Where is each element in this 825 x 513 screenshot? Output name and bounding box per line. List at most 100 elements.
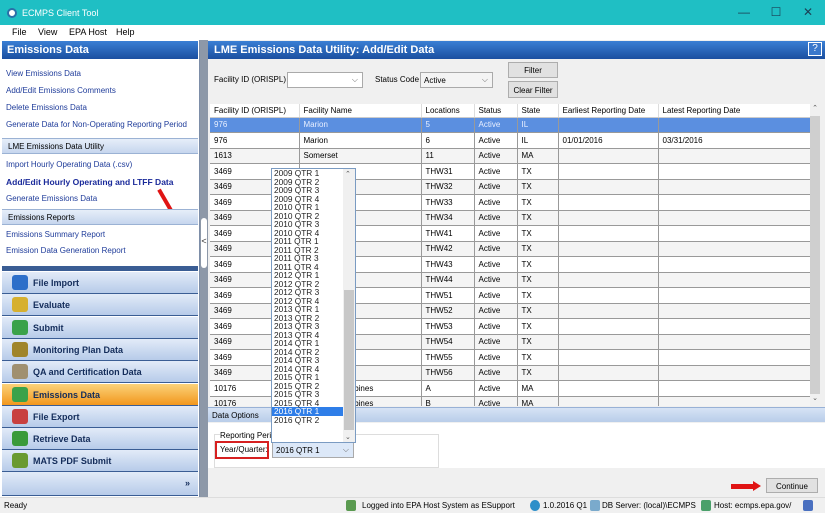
column-header[interactable]: Locations — [421, 104, 475, 118]
column-header[interactable]: Latest Reporting Date — [658, 104, 813, 118]
nav-resize-handle[interactable] — [2, 266, 198, 271]
generate-emissions-data-link[interactable]: Generate Emissions Data — [6, 194, 97, 203]
emission-generation-report-link[interactable]: Emission Data Generation Report — [6, 246, 126, 255]
minimize-button[interactable]: — — [734, 5, 754, 19]
nav-button-evaluate[interactable]: Evaluate — [2, 294, 198, 317]
table-cell — [558, 334, 659, 350]
db-server-icon — [590, 500, 600, 511]
nav-button-label: Evaluate — [33, 300, 71, 311]
table-row[interactable]: 1613 Somerset 11 Active MA — [210, 148, 813, 164]
table-cell: Active — [474, 318, 518, 335]
table-cell — [658, 303, 813, 319]
status-code-combo[interactable]: Active ⌵ — [420, 72, 493, 88]
menu-epa-host[interactable]: EPA Host — [69, 27, 107, 37]
table-cell: Active — [474, 194, 518, 211]
table-cell: TX — [517, 272, 559, 288]
table-cell — [658, 148, 813, 164]
scroll-up-icon[interactable]: ⌃ — [345, 170, 351, 178]
facility-id-combo[interactable]: ⌵ — [287, 72, 363, 88]
table-cell — [558, 318, 659, 335]
table-cell: Active — [474, 241, 518, 257]
table-cell: Active — [474, 365, 518, 381]
dropdown-scrollbar[interactable]: ⌃ ⌄ — [343, 169, 355, 442]
facility-id-label: Facility ID (ORISPL) — [214, 75, 287, 84]
column-header[interactable]: Earliest Reporting Date — [558, 104, 659, 118]
host-icon — [701, 500, 711, 511]
delete-emissions-data-link[interactable]: Delete Emissions Data — [6, 103, 87, 112]
status-db: DB Server: (local)\ECMPS — [602, 501, 696, 510]
nav-button-label: File Export — [33, 411, 80, 422]
filter-button[interactable]: Filter — [508, 62, 558, 78]
table-cell: Active — [474, 256, 518, 273]
continue-button[interactable]: Continue — [766, 478, 818, 493]
title-bar: ECMPS Client Tool — ☐ ✕ — [0, 0, 825, 25]
table-cell: THW55 — [421, 349, 475, 366]
column-header[interactable]: Status — [474, 104, 518, 118]
table-cell: THW44 — [421, 272, 475, 288]
table-cell: 03/31/2016 — [658, 132, 813, 149]
nav-button-submit[interactable]: Submit — [2, 316, 198, 339]
nav-button-file-export[interactable]: File Export — [2, 405, 198, 428]
help-button[interactable]: ? — [808, 42, 822, 56]
table-cell: THW51 — [421, 287, 475, 304]
red-arrow-annotation — [157, 188, 173, 212]
table-cell: THW53 — [421, 318, 475, 335]
import-hourly-operating-link[interactable]: Import Hourly Operating Data (.csv) — [6, 160, 132, 169]
nav-button-monitoring-plan-data[interactable]: Monitoring Plan Data — [2, 338, 198, 361]
menu-file[interactable]: File — [12, 27, 27, 37]
table-cell: Active — [474, 396, 518, 406]
year-quarter-combo[interactable]: 2016 QTR 1 ⌵ — [272, 442, 354, 458]
emissions-summary-report-link[interactable]: Emissions Summary Report — [6, 230, 105, 239]
clear-filter-button[interactable]: Clear Filter — [508, 81, 558, 98]
retrieve-data-icon — [12, 431, 28, 447]
table-row[interactable]: 976 Marion 6 Active IL 01/01/2016 03/31/2016 — [210, 132, 813, 149]
maximize-button[interactable]: ☐ — [766, 5, 786, 19]
nav-button-qa-and-certification-data[interactable]: QA and Certification Data — [2, 361, 198, 384]
scroll-down-icon[interactable]: ⌄ — [345, 433, 351, 441]
collapse-left-icon[interactable]: < — [201, 218, 207, 268]
grid-scrollbar[interactable]: ⌃ ⌄ — [810, 104, 820, 406]
menu-help[interactable]: Help — [116, 27, 135, 37]
panel-splitter[interactable]: < — [200, 40, 208, 497]
nav-button-retrieve-data[interactable]: Retrieve Data — [2, 428, 198, 451]
scroll-down-icon[interactable]: ⌄ — [810, 394, 820, 406]
add-edit-hourly-ltff-link[interactable]: Add/Edit Hourly Operating and LTFF Data — [6, 177, 173, 187]
table-cell: 976 — [210, 132, 300, 149]
table-cell: TX — [517, 256, 559, 273]
table-cell: TX — [517, 241, 559, 257]
table-cell — [658, 163, 813, 180]
table-cell: 1613 — [210, 148, 300, 164]
view-emissions-data-link[interactable]: View Emissions Data — [6, 69, 81, 78]
more-buttons[interactable]: » — [2, 472, 198, 496]
table-cell: THW33 — [421, 194, 475, 211]
table-cell — [558, 194, 659, 211]
mats-pdf-icon — [12, 453, 28, 469]
table-cell — [558, 380, 659, 397]
column-header[interactable]: Facility Name — [299, 104, 422, 118]
column-header[interactable]: Facility ID (ORISPL) — [210, 104, 300, 118]
nav-button-emissions-data[interactable]: Emissions Data — [2, 383, 198, 406]
table-cell: THW42 — [421, 241, 475, 257]
status-bar: Ready Logged into EPA Host System as ESu… — [0, 497, 825, 513]
nav-button-mats-pdf-submit[interactable]: MATS PDF Submit — [2, 450, 198, 473]
table-cell: TX — [517, 365, 559, 381]
status-code-label: Status Code — [375, 75, 420, 84]
menu-view[interactable]: View — [38, 27, 57, 37]
table-cell: 6 — [421, 132, 475, 149]
nav-button-file-import[interactable]: File Import — [2, 272, 198, 294]
network-icon — [803, 500, 813, 511]
year-quarter-dropdown-list[interactable]: 2009 QTR 1 2009 QTR 2 2009 QTR 3 2009 QTR 4… — [271, 168, 356, 443]
dropdown-scroll-thumb[interactable] — [344, 290, 354, 430]
table-row[interactable]: 976 Marion 5 Active IL — [210, 117, 813, 133]
column-header[interactable]: State — [517, 104, 559, 118]
scroll-up-icon[interactable]: ⌃ — [810, 104, 820, 116]
page-title: LME Emissions Data Utility: Add/Edit Dat… — [208, 41, 825, 59]
left-panel: Emissions Data View Emissions Data Add/E… — [0, 40, 200, 497]
close-button[interactable]: ✕ — [798, 5, 818, 19]
table-cell — [558, 241, 659, 257]
table-cell — [658, 380, 813, 397]
generate-non-operating-link[interactable]: Generate Data for Non-Operating Reportin… — [6, 120, 187, 129]
table-cell: MA — [517, 148, 559, 164]
add-edit-emissions-comments-link[interactable]: Add/Edit Emissions Comments — [6, 86, 116, 95]
submit-icon — [12, 319, 28, 335]
